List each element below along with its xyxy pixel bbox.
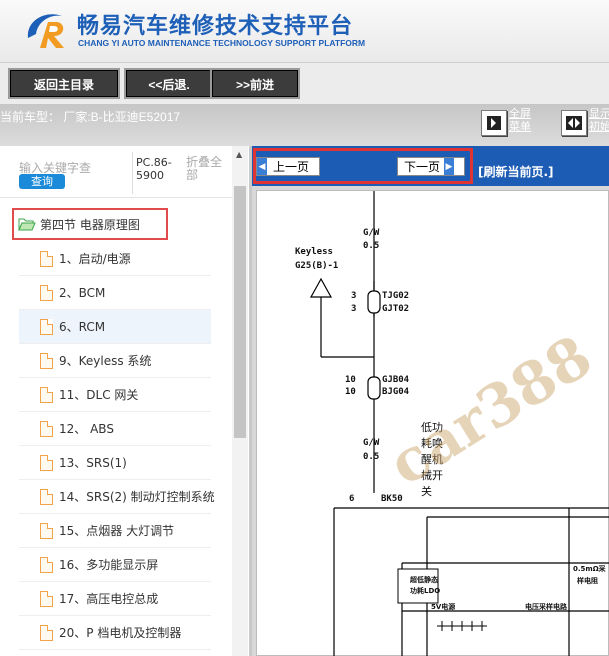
document-icon [40, 284, 53, 301]
tree-item[interactable]: 12、 ABS [19, 412, 211, 446]
tree-item-label: 13、SRS(1) [59, 456, 127, 470]
restore-button[interactable] [561, 110, 587, 136]
tree-item-label: 9、Keyless 系统 [59, 354, 152, 368]
divider [0, 197, 232, 198]
tree-item[interactable]: 20、P 档电机及控制器 [19, 616, 211, 650]
connector-pin: 10 [345, 375, 356, 385]
tree-item-label: 1、启动/电源 [59, 252, 131, 266]
pager-bar: ◀ 上一页 下一页 ▶ [刷新当前页.] [252, 146, 609, 186]
scrollbar-thumb[interactable] [234, 186, 246, 438]
wire-size-label: 0.5 [363, 241, 379, 251]
connector-label: BK50 [381, 494, 403, 504]
wire-color-label: G/W [363, 228, 380, 238]
connector-pin: 3 [351, 304, 356, 314]
current-model-label: 当前车型： 厂家:B-比亚迪E52017 [0, 110, 181, 124]
document-icon [40, 386, 53, 403]
fullscreen-label[interactable]: 全屏 菜单 [509, 108, 531, 134]
forward-button[interactable]: >>前进 [210, 68, 300, 99]
keyless-label: Keyless [295, 247, 333, 257]
next-page-button[interactable]: 下一页 ▶ [397, 157, 465, 176]
tree-item-label: 16、多功能显示屏 [59, 558, 159, 572]
connector-pin: 6 [349, 494, 354, 504]
tree-item[interactable]: 9、Keyless 系统 [19, 344, 211, 378]
brand-logo [27, 14, 64, 48]
refresh-page-link[interactable]: [刷新当前页.] [478, 163, 554, 180]
pc-code: PC.86- 5900 [136, 156, 172, 182]
document-icon [40, 250, 53, 267]
voltage-label: 电压采样电路 [525, 602, 568, 611]
scroll-up-icon[interactable]: ▲ [236, 150, 242, 159]
tree-item-label: 17、高压电控总成 [59, 592, 159, 606]
document-icon [40, 522, 53, 539]
tree-item[interactable]: 16、多功能显示屏 [19, 548, 211, 582]
keyless-pin-label: G25(B)-1 [295, 261, 338, 271]
tree-item[interactable]: 17、高压电控总成 [19, 582, 211, 616]
prev-page-button[interactable]: ◀ 上一页 [256, 157, 320, 176]
document-icon [40, 488, 53, 505]
collapse-all-button[interactable]: 折叠全 部 [186, 156, 222, 182]
connector-label: BJG04 [382, 387, 410, 397]
folder-open-icon [18, 218, 36, 231]
back-button[interactable]: <<后退. [124, 68, 214, 99]
sidebar: 输入关键字查 查询 PC.86- 5900 折叠全 部 第四节 电器原理图 1、… [0, 146, 249, 656]
app-root: 畅易汽车维修技术支持平台 CHANG YI AUTO MAINTENANCE T… [0, 0, 609, 656]
divider [132, 152, 133, 194]
tree-section-label: 第四节 电器原理图 [40, 217, 140, 232]
home-button[interactable]: 返回主目录 [8, 68, 120, 99]
tree-item-label: 11、DLC 网关 [59, 388, 139, 402]
document-icon [40, 318, 53, 335]
fullscreen-icon [487, 116, 501, 130]
connector-label: TJG02 [382, 291, 409, 301]
tree-item[interactable]: 1、启动/电源 [19, 242, 211, 276]
power-label: 5V电源 [431, 602, 455, 611]
fullscreen-button[interactable] [481, 110, 507, 136]
document-viewer: ◀ 上一页 下一页 ▶ [刷新当前页.] G/W 0.5 Keyless G25… [252, 146, 609, 656]
connector-pin: 10 [345, 387, 356, 397]
restore-icon [566, 116, 582, 130]
document-icon [40, 454, 53, 471]
tree-item-label: 20、P 档电机及控制器 [59, 626, 182, 640]
document-icon [40, 556, 53, 573]
wire-size-label: 0.5 [363, 452, 379, 462]
connector-pin: 3 [351, 291, 356, 301]
app-subtitle: CHANG YI AUTO MAINTENANCE TECHNOLOGY SUP… [78, 38, 366, 48]
tree-item[interactable]: 15、点烟器 大灯调节 [19, 514, 211, 548]
app-header: 畅易汽车维修技术支持平台 CHANG YI AUTO MAINTENANCE T… [0, 0, 609, 62]
app-title: 畅易汽车维修技术支持平台 [77, 14, 354, 39]
tree-item-label: 14、SRS(2) 制动灯控制系统 [59, 490, 215, 504]
connector-label: GJB04 [382, 375, 410, 385]
tree-item[interactable]: 11、DLC 网关 [19, 378, 211, 412]
tree-section[interactable]: 第四节 电器原理图 [12, 208, 168, 240]
arrow-left-icon: ◀ [257, 158, 267, 175]
restore-label[interactable]: 显示 初始 [589, 108, 609, 134]
tree-item[interactable]: 13、SRS(1) [19, 446, 211, 480]
ldo-label: 超低静态 [410, 575, 438, 584]
tree-item-label: 2、BCM [59, 286, 106, 300]
search-button[interactable]: 查询 [19, 174, 65, 189]
ldo-label: 功耗LDO [410, 586, 440, 595]
document-icon [40, 420, 53, 437]
document-icon [40, 590, 53, 607]
vehicle-bar: 当前车型： 厂家:B-比亚迪E52017 全屏 菜单 显示 初始 [0, 104, 609, 146]
document-icon [40, 352, 53, 369]
tree-item-label: 12、 ABS [59, 422, 114, 436]
tree-item-label: 6、RCM [59, 320, 106, 334]
tree-item-label: 15、点烟器 大灯调节 [59, 524, 175, 538]
resistor-label: 样电阻 [577, 576, 598, 585]
wiring-diagram-page: G/W 0.5 Keyless G25(B)-1 3 3 TJG02 GJT02… [256, 190, 609, 656]
connector-label: GJT02 [382, 304, 409, 314]
document-icon [40, 624, 53, 641]
nav-toolbar: 返回主目录 <<后退. >>前进 [0, 62, 609, 104]
resistor-label: 0.5mΩ采 [573, 564, 607, 573]
arrow-right-icon: ▶ [444, 158, 455, 175]
tree-item[interactable]: 2、BCM [19, 276, 211, 310]
tree-item[interactable]: 14、SRS(2) 制动灯控制系统 [19, 480, 215, 514]
tree-item[interactable]: 6、RCM [19, 310, 211, 344]
